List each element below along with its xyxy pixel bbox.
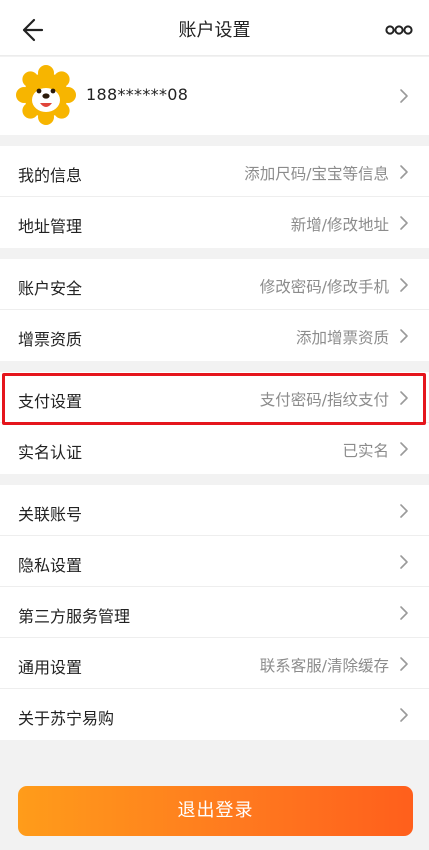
- row-address-management[interactable]: 地址管理 新增/修改地址: [0, 197, 429, 248]
- settings-group-2: 账户安全 修改密码/修改手机 增票资质 添加增票资质: [0, 259, 429, 361]
- row-value: 添加尺码/宝宝等信息: [244, 165, 389, 183]
- row-vat-invoice[interactable]: 增票资质 添加增票资质: [0, 310, 429, 361]
- row-my-info[interactable]: 我的信息 添加尺码/宝宝等信息: [0, 146, 429, 197]
- logout-button[interactable]: 退出登录: [18, 786, 413, 836]
- row-label: 地址管理: [18, 217, 83, 236]
- row-label: 第三方服务管理: [18, 607, 131, 626]
- avatar: [16, 65, 76, 125]
- row-linked-accounts[interactable]: 关联账号: [0, 485, 429, 536]
- chevron-right-icon: [400, 165, 408, 179]
- phone-number: 188******08: [86, 85, 189, 104]
- profile-row[interactable]: 188******08: [0, 57, 429, 135]
- row-value: 修改密码/修改手机: [259, 278, 389, 296]
- row-label: 账户安全: [18, 279, 83, 298]
- settings-group-4: 关联账号 隐私设置 第三方服务管理 通用设置 联系客服/清除缓存 关于苏宁易购: [0, 485, 429, 740]
- page-title: 账户设置: [178, 20, 251, 41]
- settings-group-3: 支付设置 支付密码/指纹支付 实名认证 已实名: [0, 372, 429, 474]
- chevron-right-icon: [400, 606, 408, 620]
- row-privacy-settings[interactable]: 隐私设置: [0, 536, 429, 587]
- account-settings-screen: 账户设置 188******08 我的信息 添加尺码/宝宝等信息 地址管理 新增…: [0, 0, 429, 850]
- row-account-security[interactable]: 账户安全 修改密码/修改手机: [0, 259, 429, 310]
- chevron-right-icon: [400, 555, 408, 569]
- row-third-party-services[interactable]: 第三方服务管理: [0, 587, 429, 638]
- row-label: 实名认证: [18, 443, 83, 462]
- header-bar: 账户设置: [0, 0, 429, 56]
- chevron-right-icon: [400, 89, 408, 103]
- row-label: 关联账号: [18, 505, 83, 524]
- chevron-right-icon: [400, 216, 408, 230]
- row-label: 增票资质: [18, 330, 83, 349]
- lion-mascot-avatar-icon: [16, 65, 76, 125]
- row-general-settings[interactable]: 通用设置 联系客服/清除缓存: [0, 638, 429, 689]
- row-label: 通用设置: [18, 658, 83, 677]
- chevron-right-icon: [400, 657, 408, 671]
- row-value: 新增/修改地址: [290, 216, 389, 234]
- row-value: 已实名: [342, 442, 389, 460]
- row-about-suning[interactable]: 关于苏宁易购: [0, 689, 429, 740]
- more-options-button[interactable]: [385, 20, 413, 40]
- chevron-right-icon: [400, 504, 408, 518]
- row-value: 支付密码/指纹支付: [259, 391, 389, 409]
- chevron-right-icon: [400, 391, 408, 405]
- row-value: 添加增票资质: [295, 329, 389, 347]
- row-payment-settings[interactable]: 支付设置 支付密码/指纹支付: [0, 372, 429, 423]
- chevron-right-icon: [400, 442, 408, 456]
- chevron-right-icon: [400, 329, 408, 343]
- row-value: 联系客服/清除缓存: [259, 657, 389, 675]
- row-label: 支付设置: [18, 392, 83, 411]
- row-label: 关于苏宁易购: [18, 709, 115, 728]
- row-label: 我的信息: [18, 166, 83, 185]
- chevron-right-icon: [400, 278, 408, 292]
- row-real-name-verification[interactable]: 实名认证 已实名: [0, 423, 429, 474]
- chevron-right-icon: [400, 708, 408, 722]
- settings-group-1: 我的信息 添加尺码/宝宝等信息 地址管理 新增/修改地址: [0, 146, 429, 248]
- more-options-icon: [385, 25, 413, 35]
- row-label: 隐私设置: [18, 556, 83, 575]
